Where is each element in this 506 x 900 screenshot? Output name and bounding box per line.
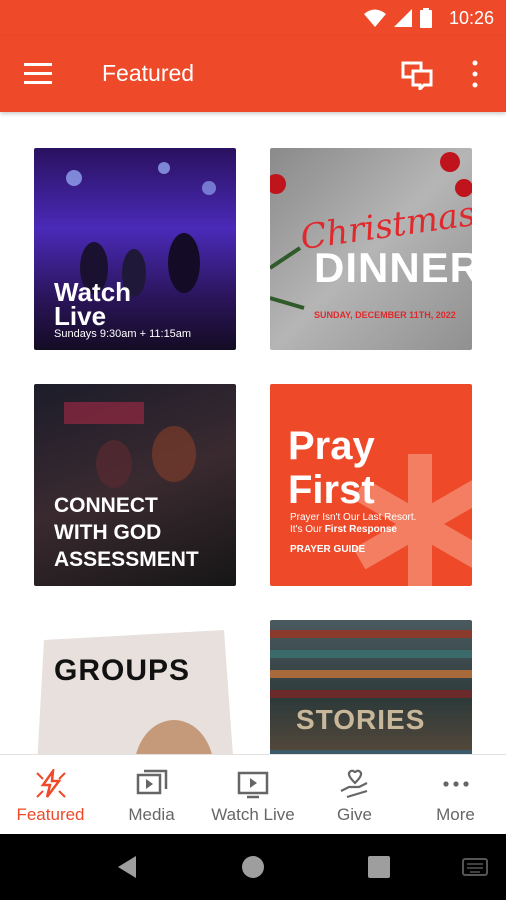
card-title: CONNECT WITH GOD ASSESSMENT: [54, 494, 199, 571]
recents-icon[interactable]: [368, 856, 390, 878]
card-title: Watch Live: [54, 277, 132, 331]
card-title: Pray First: [288, 424, 375, 512]
media-icon: [136, 769, 167, 795]
tab-media[interactable]: Media: [101, 755, 202, 835]
keyboard-icon[interactable]: [462, 858, 488, 876]
card-pray-first[interactable]: Pray First Prayer Isn't Our Last Resort. I…: [270, 384, 472, 586]
home-icon[interactable]: [240, 854, 266, 880]
card-groups[interactable]: GROUPS: [34, 620, 236, 754]
card-subtitle: Sundays 9:30am + 11:15am: [54, 328, 192, 340]
wifi-icon: [364, 9, 386, 27]
watch-live-icon: [237, 771, 269, 799]
more-vert-icon[interactable]: [468, 58, 482, 90]
page-title: Featured: [102, 60, 195, 86]
app-bar: Featured: [0, 36, 506, 112]
card-subtitle: Prayer Isn't Our Last Resort. It's Our Fi…: [290, 512, 417, 535]
menu-icon[interactable]: [24, 60, 54, 88]
give-icon: [340, 769, 367, 799]
signal-icon: [394, 9, 412, 27]
card-title: STORIES: [296, 704, 426, 735]
tab-give[interactable]: Give: [304, 755, 405, 835]
battery-icon: [420, 8, 432, 28]
card-stories[interactable]: STORIES: [270, 620, 472, 754]
status-bar: 10:26: [0, 0, 506, 36]
tab-label: Featured: [16, 805, 85, 824]
status-icons: [364, 8, 432, 28]
tab-label: Watch Live: [211, 805, 295, 824]
card-connect-with-god[interactable]: CONNECT WITH GOD ASSESSMENT: [34, 384, 236, 586]
card-date: SUNDAY, DECEMBER 11TH, 2022: [314, 310, 456, 320]
tab-label: Media: [128, 805, 175, 824]
tab-watch-live[interactable]: Watch Live: [202, 755, 304, 835]
chat-icon[interactable]: [400, 58, 434, 90]
card-guide-label: PRAYER GUIDE: [290, 544, 366, 555]
back-icon[interactable]: [114, 854, 138, 880]
tab-label: More: [436, 805, 475, 824]
tab-more[interactable]: More: [405, 755, 506, 835]
card-watch-live[interactable]: Watch Live Sundays 9:30am + 11:15am: [34, 148, 236, 350]
tab-label: Give: [337, 805, 372, 824]
card-title: GROUPS: [54, 654, 191, 687]
card-christmas-dinner[interactable]: Christmas DINNER SUNDAY, DECEMBER 11TH, …: [270, 148, 472, 350]
tab-featured[interactable]: Featured: [0, 755, 101, 835]
status-time: 10:26: [448, 8, 494, 28]
more-horiz-icon: [442, 781, 469, 787]
featured-icon: [35, 769, 66, 798]
card-title: DINNER: [314, 244, 472, 291]
bottom-tab-bar: Featured Media Watch Live Give More: [0, 754, 506, 835]
featured-grid: Watch Live Sundays 9:30am + 11:15am Chris…: [0, 112, 506, 754]
system-nav-bar: [0, 834, 506, 900]
